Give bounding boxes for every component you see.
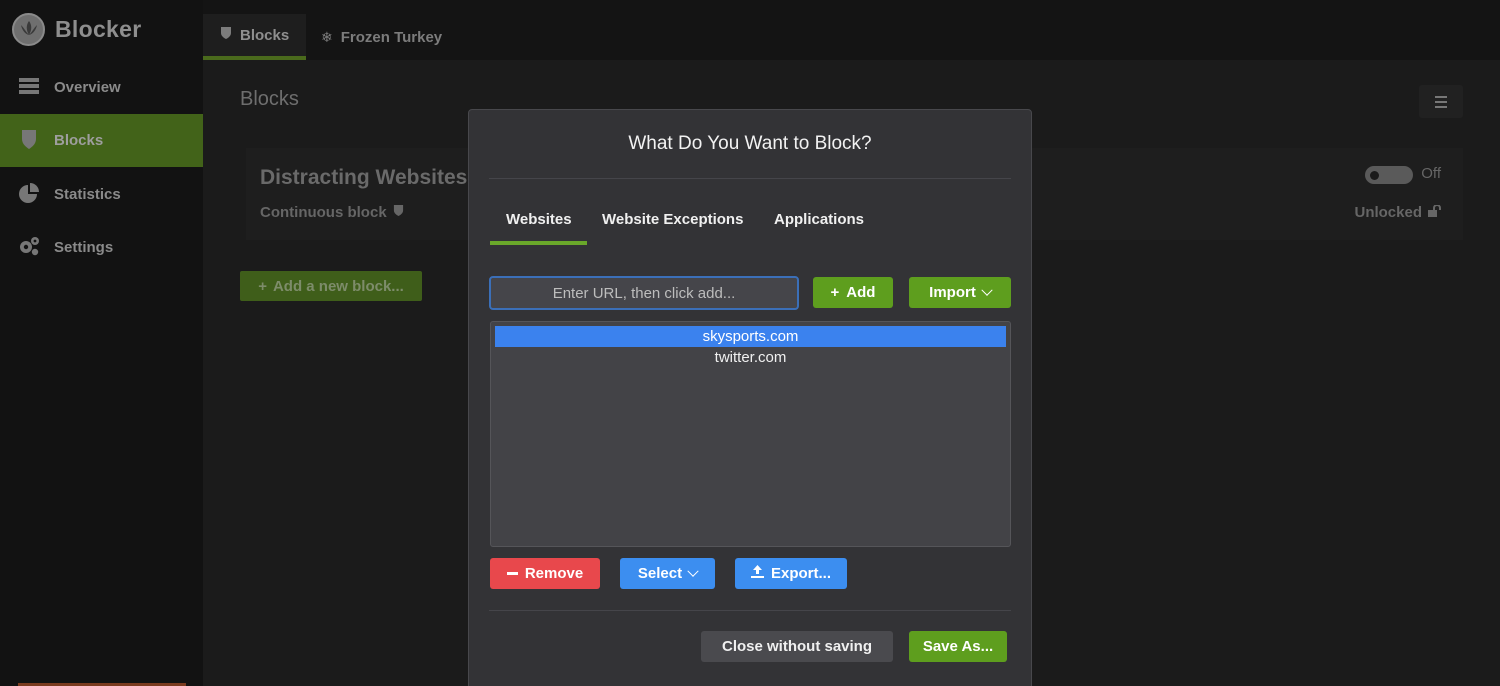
add-block-button[interactable]: + Add a new block... xyxy=(240,271,422,301)
chevron-down-icon xyxy=(981,284,993,296)
sidebar-item-label: Overview xyxy=(54,79,121,96)
url-input[interactable] xyxy=(489,276,799,310)
page-title: Blocks xyxy=(240,88,299,110)
sidebar-item-blocks[interactable]: Blocks xyxy=(0,114,203,167)
block-toggle[interactable] xyxy=(1365,166,1413,184)
dialog-title: What Do You Want to Block? xyxy=(628,133,872,154)
shield-icon xyxy=(18,128,40,154)
close-without-saving-button[interactable]: Close without saving xyxy=(701,631,893,662)
snowflake-icon: ❄ xyxy=(321,28,333,45)
active-tab-indicator xyxy=(490,241,587,245)
remove-button[interactable]: Remove xyxy=(490,558,600,589)
tab-label: Frozen Turkey xyxy=(340,28,443,46)
minus-icon xyxy=(506,572,518,575)
unlock-icon xyxy=(1428,204,1441,221)
brand: Blocker xyxy=(0,0,203,58)
sidebar-item-overview[interactable]: Overview xyxy=(0,61,203,114)
sidebar-item-label: Statistics xyxy=(54,186,121,203)
import-button[interactable]: Import xyxy=(909,277,1011,308)
divider xyxy=(489,178,1011,179)
save-as-button[interactable]: Save As... xyxy=(909,631,1007,662)
sidebar: Blocker Overview Blocks Statistics Setti… xyxy=(0,0,203,686)
plus-icon: + xyxy=(258,277,267,295)
shield-icon xyxy=(393,204,404,221)
upload-icon xyxy=(750,565,764,582)
shield-icon xyxy=(220,26,232,44)
overview-icon xyxy=(18,75,40,101)
select-button[interactable]: Select xyxy=(620,558,715,589)
pie-chart-icon xyxy=(18,182,40,208)
lotus-logo-icon xyxy=(12,12,45,46)
export-button[interactable]: Export... xyxy=(735,558,847,589)
chevron-down-icon xyxy=(687,565,699,577)
hamburger-icon xyxy=(1435,95,1447,98)
tab-website-exceptions[interactable]: Website Exceptions xyxy=(602,211,743,228)
block-name: Distracting Websites xyxy=(260,166,468,189)
list-item[interactable]: skysports.com xyxy=(495,326,1006,347)
tab-blocks[interactable]: Blocks xyxy=(203,14,307,60)
block-editor-dialog: What Do You Want to Block? Websites Webs… xyxy=(468,109,1032,686)
add-button[interactable]: + Add xyxy=(813,277,893,308)
toggle-label: Off xyxy=(1421,165,1441,182)
block-mode: Continuous block xyxy=(260,204,404,221)
tab-frozen-turkey[interactable]: ❄ Frozen Turkey xyxy=(321,14,442,60)
sidebar-item-settings[interactable]: Settings xyxy=(0,221,203,274)
lock-status: Unlocked xyxy=(1354,204,1441,221)
website-list[interactable]: skysports.com twitter.com xyxy=(490,321,1011,547)
tab-label: Blocks xyxy=(240,26,290,44)
sidebar-item-label: Settings xyxy=(54,239,114,256)
menu-button[interactable] xyxy=(1419,85,1463,118)
divider xyxy=(489,610,1011,611)
tab-applications[interactable]: Applications xyxy=(774,211,864,228)
app-title: Blocker xyxy=(55,15,142,42)
top-tab-bar: Blocks ❄ Frozen Turkey xyxy=(203,0,1500,60)
sidebar-item-label: Blocks xyxy=(54,132,104,149)
list-item[interactable]: twitter.com xyxy=(495,347,1006,368)
gears-icon xyxy=(18,235,40,261)
tab-websites[interactable]: Websites xyxy=(506,211,572,228)
sidebar-item-statistics[interactable]: Statistics xyxy=(0,168,203,221)
plus-icon: + xyxy=(830,284,840,301)
